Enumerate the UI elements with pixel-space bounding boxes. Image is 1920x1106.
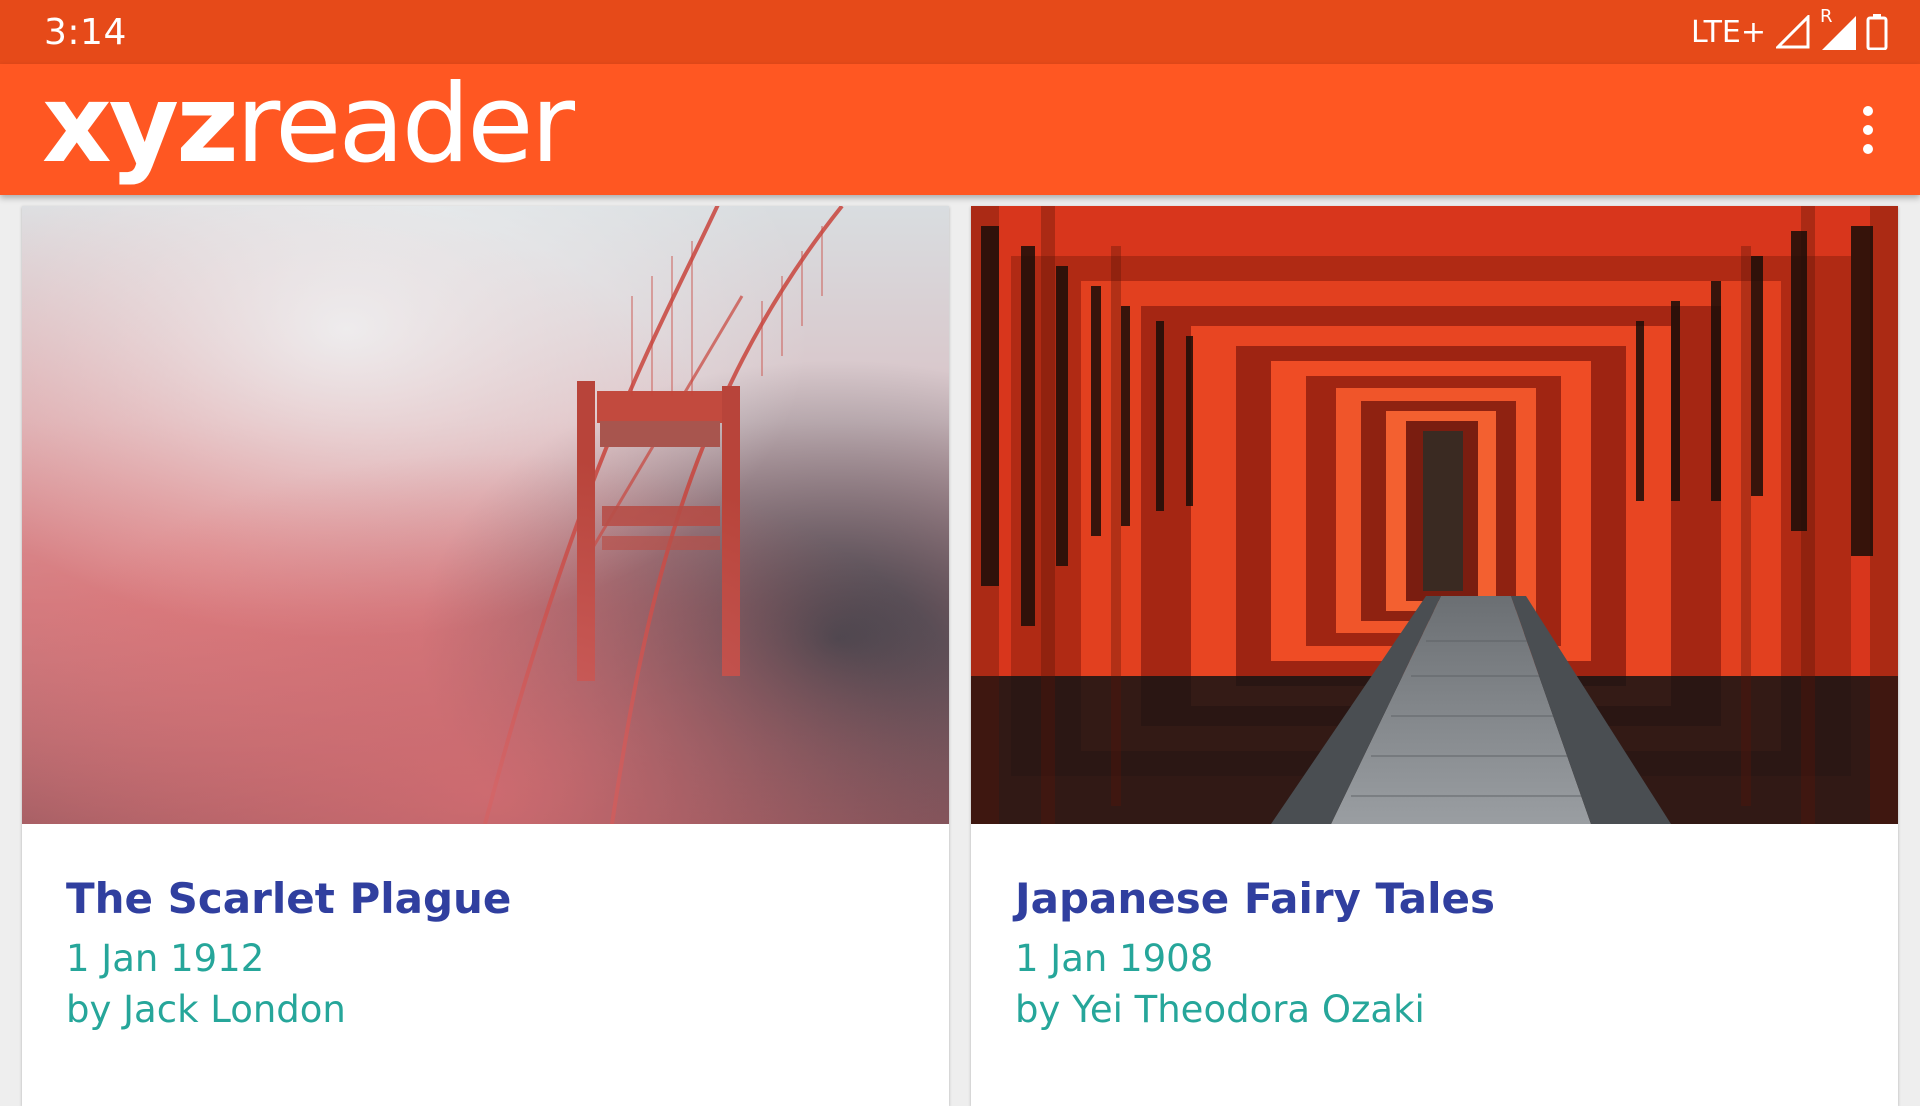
- status-time: 3:14: [44, 12, 127, 53]
- torii-gates-tunnel-photo: [971, 206, 1898, 824]
- logo-bold-text: xyz: [42, 62, 239, 187]
- overflow-menu-icon[interactable]: [1838, 98, 1898, 162]
- network-type: LTE+: [1691, 14, 1766, 50]
- roaming-signal-icon: R: [1818, 6, 1858, 52]
- battery-icon: [1866, 14, 1888, 50]
- app-bar: xyzreader: [0, 64, 1920, 195]
- article-date: 1 Jan 1912: [66, 937, 265, 980]
- article-date: 1 Jan 1908: [1015, 937, 1214, 980]
- article-title: Japanese Fairy Tales: [1015, 874, 1496, 923]
- status-icons: LTE+ R: [1691, 6, 1888, 54]
- golden-gate-bridge-fog-photo: [22, 206, 949, 824]
- article-author: by Jack London: [66, 988, 346, 1031]
- article-title: The Scarlet Plague: [66, 874, 512, 923]
- app-logo: xyzreader: [42, 70, 575, 180]
- article-card[interactable]: Japanese Fairy Tales 1 Jan 1908 by Yei T…: [971, 206, 1898, 1106]
- article-grid: The Scarlet Plague 1 Jan 1912 by Jack Lo…: [0, 195, 1920, 1106]
- article-author: by Yei Theodora Ozaki: [1015, 988, 1425, 1031]
- signal-icon: [1776, 15, 1810, 49]
- logo-light-text: reader: [235, 62, 575, 187]
- status-bar: 3:14 LTE+ R: [0, 0, 1920, 64]
- article-card[interactable]: The Scarlet Plague 1 Jan 1912 by Jack Lo…: [22, 206, 949, 1106]
